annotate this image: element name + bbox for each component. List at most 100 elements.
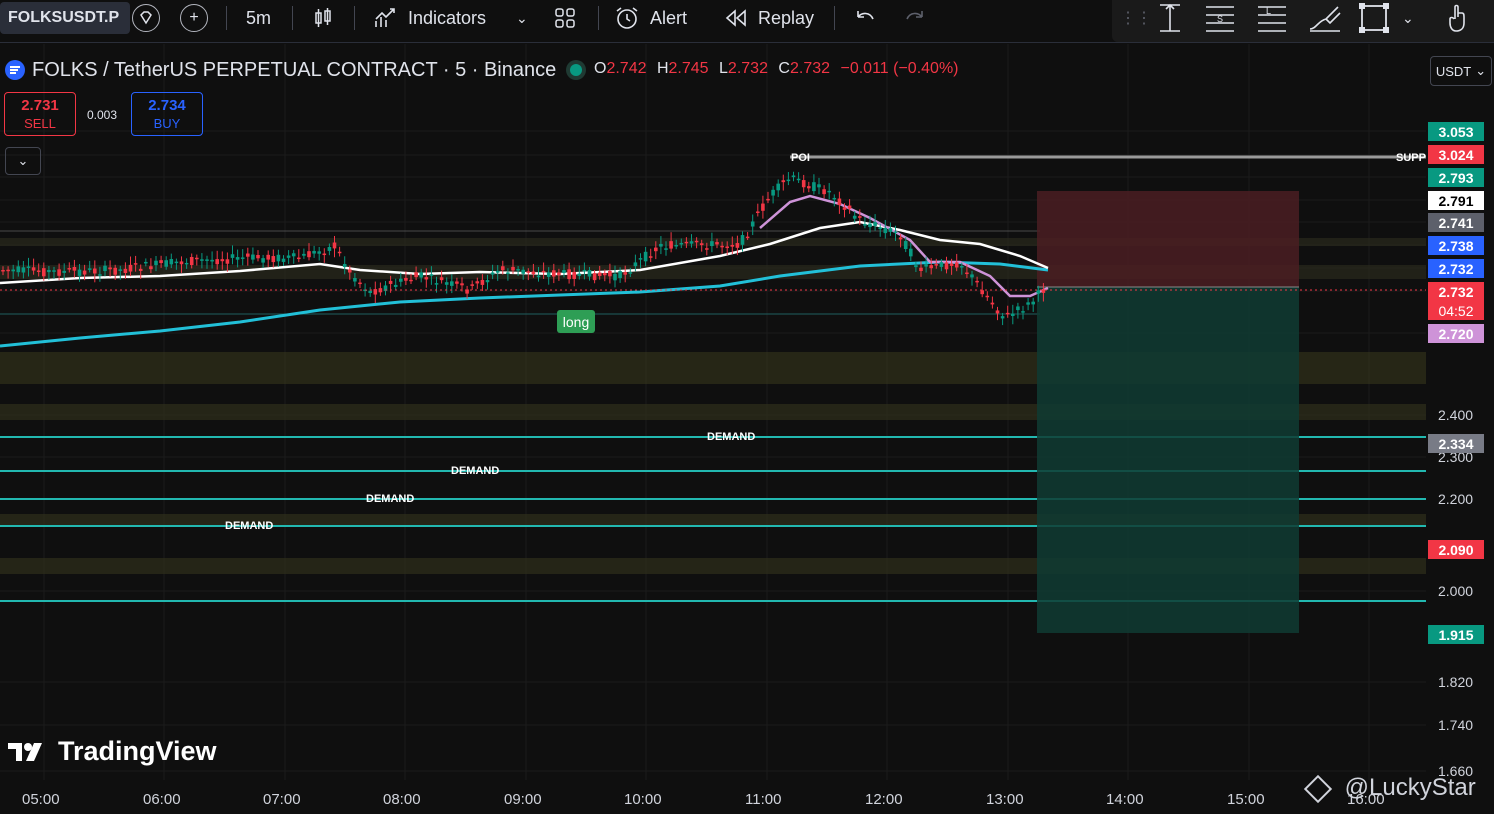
rewind-icon (725, 9, 746, 27)
favorite-icon[interactable] (132, 4, 160, 32)
candle-body (455, 281, 459, 284)
candle-body (909, 248, 913, 257)
candle-body (368, 290, 372, 294)
buy-button[interactable]: 2.734 BUY (131, 92, 203, 136)
candle-body (322, 253, 327, 256)
candle-body (740, 235, 745, 245)
price-tag: 2.791 (1428, 191, 1484, 210)
candle-body (302, 253, 306, 256)
spread-value: 0.003 (87, 108, 118, 122)
undo-icon[interactable] (854, 0, 876, 36)
price-tag: 1.915 (1428, 625, 1484, 644)
candle-body (536, 275, 541, 278)
candle-body (954, 262, 959, 268)
price-range-icon[interactable] (1154, 0, 1186, 36)
candle-body (149, 266, 153, 270)
rectangle-icon[interactable] (1358, 0, 1390, 36)
candle-body (434, 283, 439, 285)
candle-body (251, 254, 255, 260)
fib-levels-icon[interactable]: L (1256, 0, 1288, 36)
indicators-label: Indicators (408, 7, 487, 28)
price-axis-label: 2.400 (1438, 407, 1474, 423)
candle-body (6, 269, 10, 272)
price-axis-label: 2.000 (1438, 583, 1474, 599)
sell-button[interactable]: 2.731 SELL (4, 92, 76, 136)
replay-button[interactable]: Replay (724, 0, 814, 36)
candle-body (317, 251, 321, 254)
time-axis-label: 06:00 (143, 791, 181, 808)
candle-body (822, 189, 826, 195)
candle-body (414, 272, 418, 278)
separator (354, 6, 355, 30)
high-value: 2.745 (668, 60, 709, 77)
candle-body (144, 261, 148, 264)
chevron-down-icon[interactable]: ⌄ (516, 0, 528, 36)
candle-body (164, 260, 168, 267)
candle-body (516, 269, 520, 271)
candle-body (654, 247, 658, 252)
compare-add-icon[interactable]: + (180, 4, 208, 32)
candle-body (577, 273, 582, 276)
indicators-button[interactable]: Indicators (374, 0, 486, 36)
time-axis-label: 05:00 (22, 791, 60, 808)
fib-dollar-icon[interactable]: S (1204, 0, 1236, 36)
candle-body (506, 272, 510, 274)
separator (226, 6, 227, 30)
separator (292, 6, 293, 30)
redo-icon[interactable] (904, 0, 926, 36)
candle-body (572, 271, 576, 279)
demand-label: DEMAND (225, 520, 274, 532)
candle-body (750, 221, 755, 227)
symbol-search-button[interactable]: FOLKSUSDT.P (0, 2, 130, 34)
tradingview-logo[interactable]: TradingView (8, 736, 217, 767)
open-value: 2.742 (606, 60, 647, 77)
candle-body (659, 243, 663, 247)
candle-body (409, 279, 413, 282)
chevron-down-icon[interactable]: ⌄ (1402, 0, 1414, 36)
market-status-icon (570, 64, 583, 76)
candle-body (470, 284, 474, 286)
candle-body (230, 254, 235, 258)
price-chart[interactable] (0, 44, 1494, 814)
collapse-legend-button[interactable]: ⌄ (5, 147, 41, 175)
price-tag: 2.090 (1428, 540, 1484, 559)
stop-loss-zone (1037, 191, 1299, 287)
candle-body (903, 241, 908, 250)
low-value: 2.732 (727, 60, 768, 77)
candle-body (52, 270, 56, 272)
candle-body (603, 273, 607, 276)
price-axis-label: 1.740 (1438, 717, 1474, 733)
layout-grid-icon[interactable] (554, 0, 576, 36)
candle-body (587, 270, 592, 277)
candle-body (699, 243, 704, 246)
candle-body (1026, 302, 1030, 305)
candle-body (495, 270, 500, 273)
alert-button[interactable]: Alert (614, 0, 687, 36)
candle-body (557, 272, 561, 276)
hand-cursor-icon[interactable] (1446, 0, 1472, 36)
drag-handle-icon[interactable]: ⋮⋮ (1120, 0, 1152, 36)
timeframe-button[interactable]: 5m (246, 0, 271, 36)
candle-body (342, 264, 347, 268)
brush-icon[interactable] (1308, 0, 1342, 36)
candle-body (705, 248, 709, 250)
top-toolbar: FOLKSUSDT.P + 5m Indicators ⌄ Alert Repl… (0, 0, 1494, 43)
supp-label: SUPP (1396, 152, 1426, 164)
tradingview-logo-icon (8, 742, 42, 761)
currency-selector[interactable]: USDT ⌄ (1430, 56, 1492, 86)
candle-body (210, 259, 214, 262)
candle-body (618, 271, 622, 278)
demand-label: DEMAND (366, 493, 415, 505)
candle-body (1005, 312, 1010, 315)
candle-body (781, 180, 786, 183)
candle-body (404, 277, 408, 281)
price-axis-label: 2.200 (1438, 491, 1474, 507)
candles-style-icon[interactable] (312, 0, 334, 36)
candle-body (597, 272, 602, 276)
candle-body (103, 265, 107, 272)
candle-body (745, 236, 750, 239)
candle-body (858, 216, 862, 218)
candle-body (669, 241, 673, 249)
candle-body (776, 183, 780, 191)
candle-body (154, 260, 158, 266)
